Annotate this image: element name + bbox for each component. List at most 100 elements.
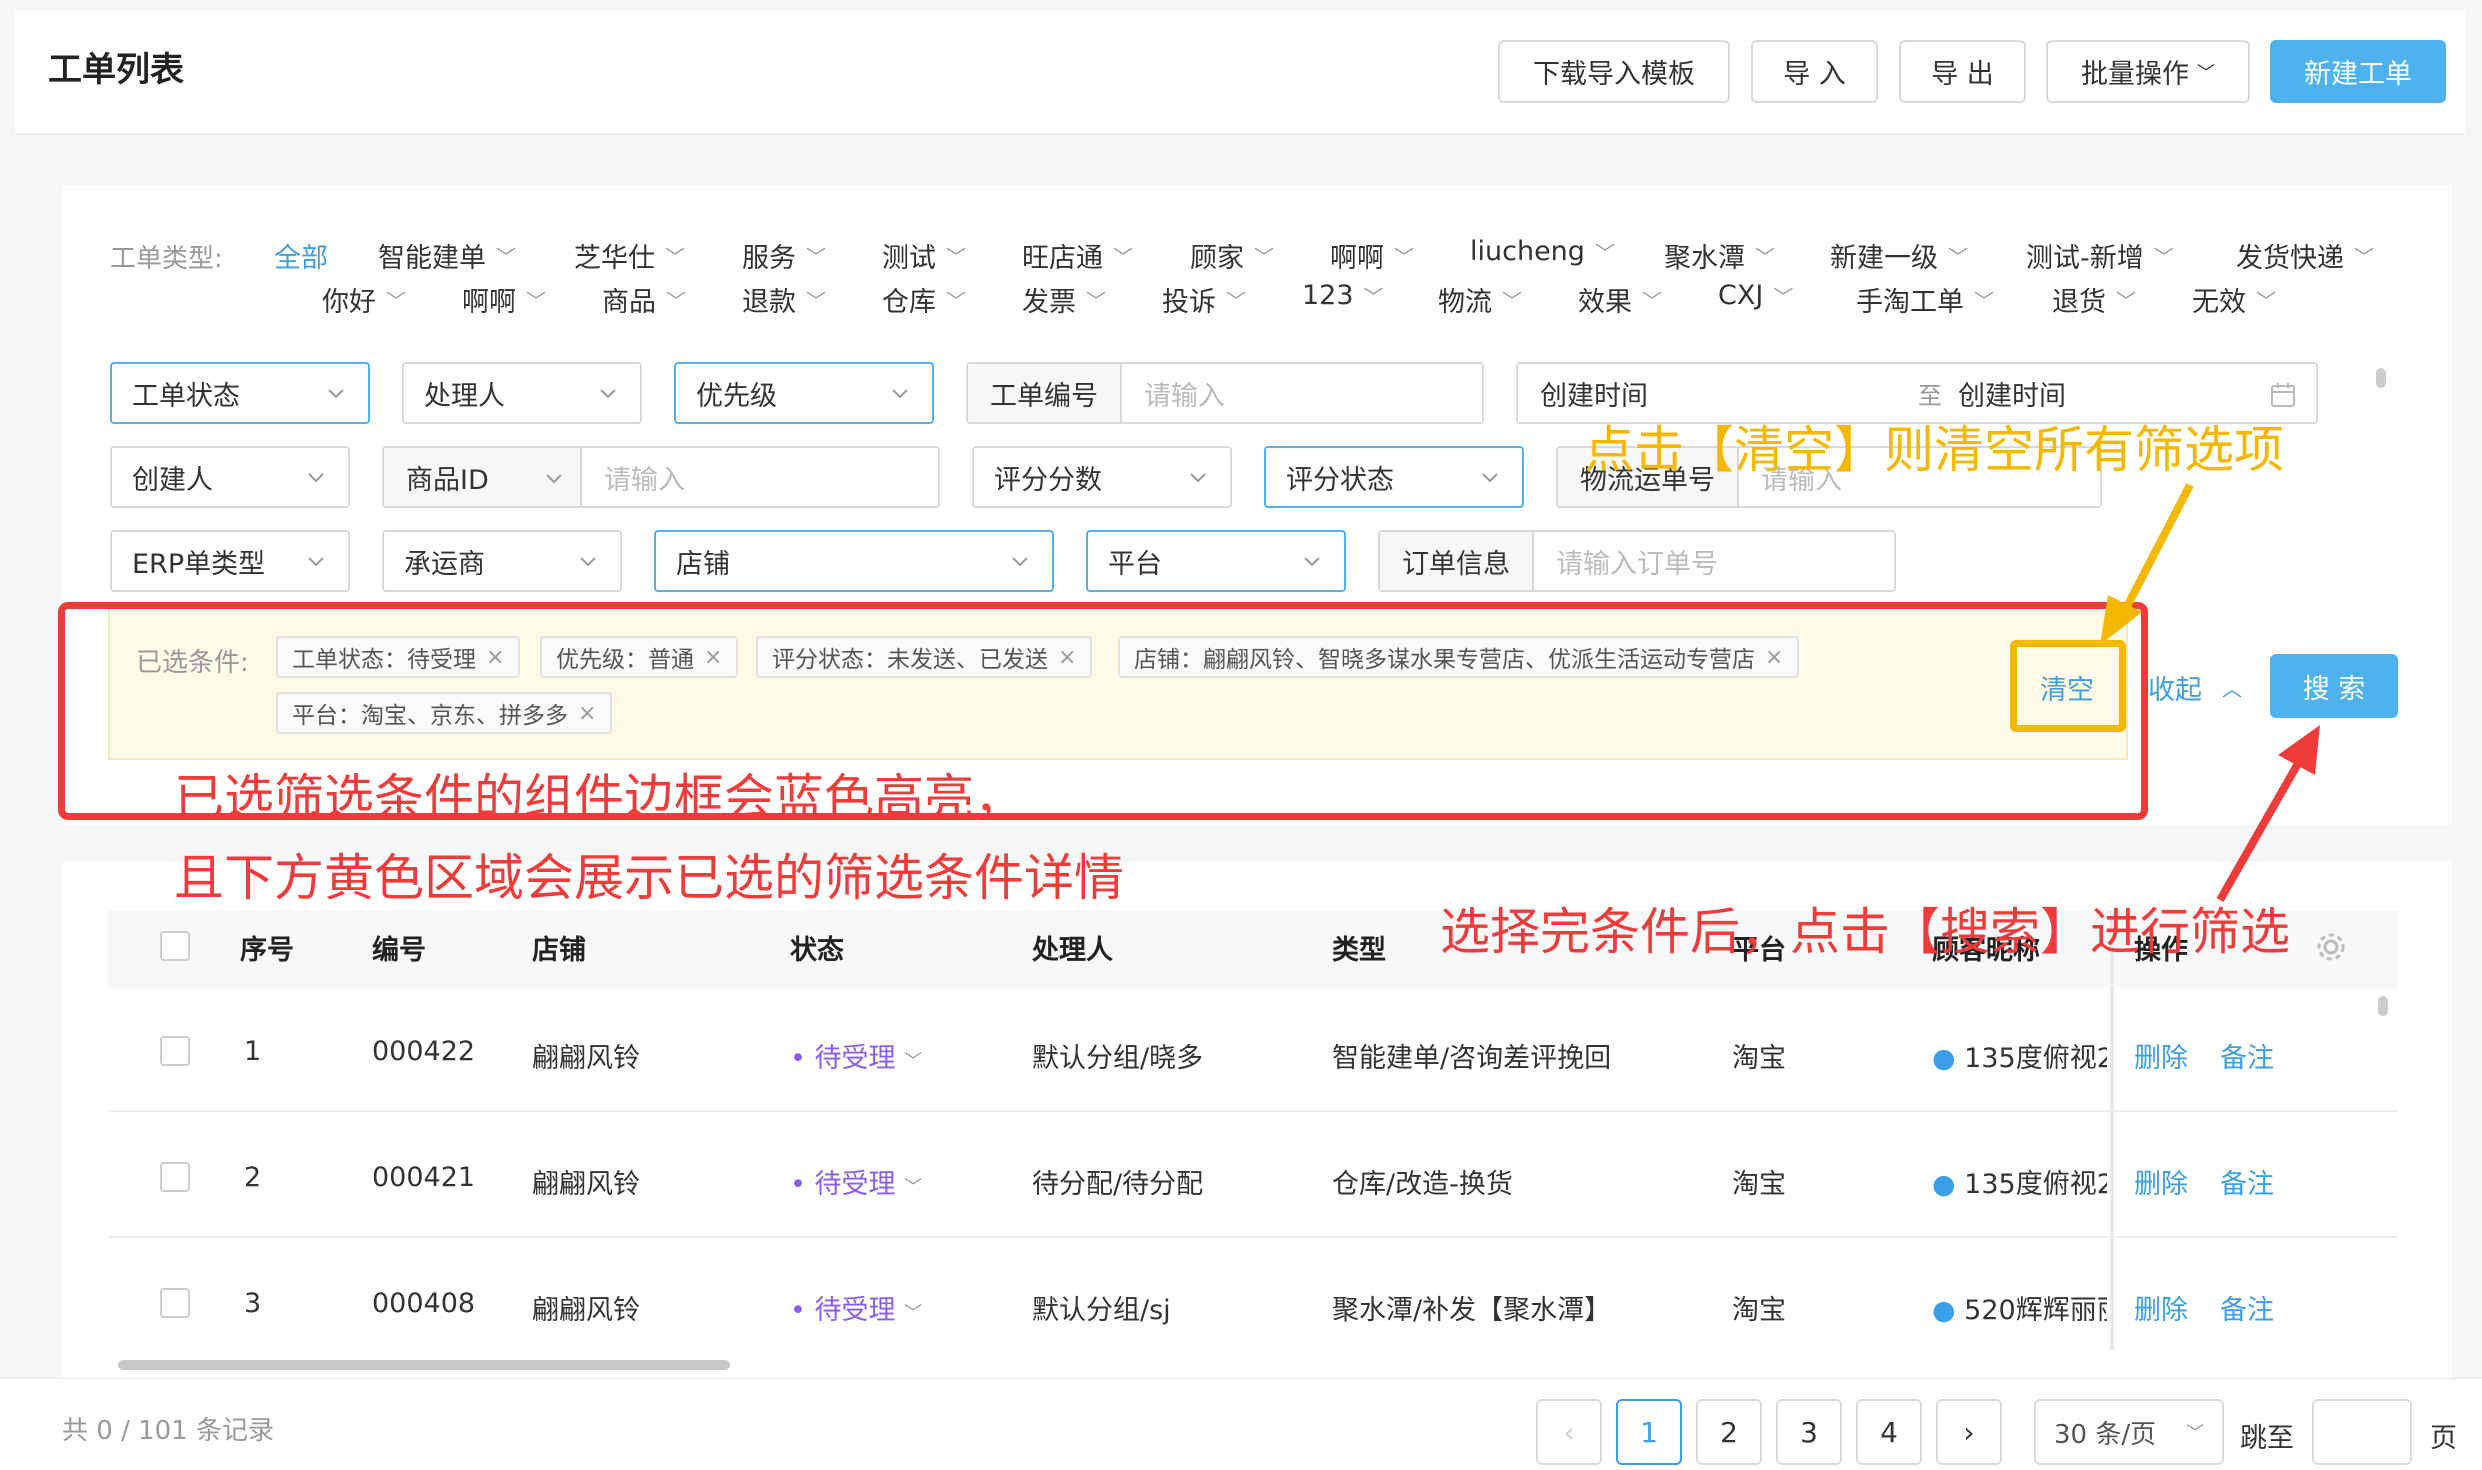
page-size-select[interactable]: 30 条/页 ﹀ bbox=[2034, 1399, 2224, 1465]
page-button-active[interactable]: 1 bbox=[1616, 1399, 1682, 1465]
type-item[interactable]: liucheng ﹀ bbox=[1470, 236, 1615, 267]
platform-select[interactable]: 平台 bbox=[1086, 530, 1346, 592]
type-item[interactable]: 退货 ﹀ bbox=[2052, 280, 2136, 319]
row-platform: 淘宝 bbox=[1732, 1169, 1786, 1200]
type-item[interactable]: 芝华仕 ﹀ bbox=[574, 236, 685, 275]
select-label: 工单状态 bbox=[132, 380, 240, 412]
row-status[interactable]: • 待受理 ﹀ bbox=[790, 1036, 922, 1075]
type-item[interactable]: CXJ ﹀ bbox=[1718, 280, 1793, 311]
type-item[interactable]: 发票 ﹀ bbox=[1022, 280, 1106, 319]
order-info-label: 订单信息 bbox=[1380, 532, 1534, 590]
scrollbar-thumb[interactable] bbox=[2376, 368, 2386, 388]
product-id-group[interactable]: 商品ID 请输入 bbox=[382, 446, 940, 508]
carrier-select[interactable]: 承运商 bbox=[382, 530, 622, 592]
order-no-input[interactable]: 请输入 bbox=[1122, 374, 1247, 413]
chevron-down-icon: ﹀ bbox=[1113, 245, 1133, 269]
row-no: 000421 bbox=[372, 1162, 476, 1193]
type-item[interactable]: 发货快递 ﹀ bbox=[2236, 236, 2374, 275]
type-item[interactable]: 啊啊 ﹀ bbox=[1330, 236, 1414, 275]
note-link[interactable]: 备注 bbox=[2220, 1288, 2274, 1327]
row-shop: 翩翩风铃 bbox=[532, 1169, 640, 1200]
type-item[interactable]: 顾家 ﹀ bbox=[1190, 236, 1274, 275]
page-button[interactable]: 3 bbox=[1776, 1399, 1842, 1465]
type-item[interactable]: 无效 ﹀ bbox=[2192, 280, 2276, 319]
customer-name: 135度俯视2 bbox=[1964, 1043, 2107, 1074]
priority-select[interactable]: 优先级 bbox=[674, 362, 934, 424]
type-item[interactable]: 测试-新增 ﹀ bbox=[2026, 236, 2174, 275]
type-item[interactable]: 智能建单 ﹀ bbox=[378, 236, 516, 275]
import-button[interactable]: 导 入 bbox=[1751, 40, 1878, 103]
search-button[interactable]: 搜 索 bbox=[2270, 654, 2398, 718]
chevron-down-icon: ﹀ bbox=[1642, 289, 1662, 313]
col-index: 序号 bbox=[240, 935, 294, 966]
export-button[interactable]: 导 出 bbox=[1899, 40, 2026, 103]
chevron-down-icon: ﹀ bbox=[946, 245, 966, 269]
type-label: 智能建单 bbox=[378, 243, 486, 274]
new-ticket-button[interactable]: 新建工单 bbox=[2270, 40, 2446, 103]
row-divider bbox=[108, 1110, 2398, 1112]
status-select[interactable]: 工单状态 bbox=[110, 362, 370, 424]
type-label: 商品 bbox=[602, 287, 656, 318]
row-checkbox[interactable] bbox=[160, 1036, 190, 1066]
batch-operation-label: 批量操作 bbox=[2081, 59, 2189, 90]
score-status-select[interactable]: 评分状态 bbox=[1264, 446, 1524, 508]
creator-select[interactable]: 创建人 bbox=[110, 446, 350, 508]
note-link[interactable]: 备注 bbox=[2220, 1162, 2274, 1201]
select-label: 创建人 bbox=[132, 464, 213, 496]
order-info-input-group[interactable]: 订单信息 请输入订单号 bbox=[1378, 530, 1896, 592]
type-item[interactable]: 聚水潭 ﹀ bbox=[1664, 236, 1775, 275]
type-item[interactable]: 物流 ﹀ bbox=[1438, 280, 1522, 319]
note-link[interactable]: 备注 bbox=[2220, 1036, 2274, 1075]
handler-select[interactable]: 处理人 bbox=[402, 362, 642, 424]
product-id-select[interactable]: 商品ID bbox=[384, 448, 582, 506]
chevron-down-icon: ﹀ bbox=[2186, 1423, 2204, 1444]
order-info-input[interactable]: 请输入订单号 bbox=[1534, 542, 1740, 581]
type-item[interactable]: 123 ﹀ bbox=[1302, 280, 1384, 311]
horizontal-scrollbar[interactable] bbox=[118, 1360, 730, 1370]
type-item[interactable]: 商品 ﹀ bbox=[602, 280, 686, 319]
next-page-button[interactable]: › bbox=[1936, 1399, 2002, 1465]
type-label: 仓库 bbox=[882, 287, 936, 318]
type-item[interactable]: 啊啊 ﹀ bbox=[462, 280, 546, 319]
type-item[interactable]: 投诉 ﹀ bbox=[1162, 280, 1246, 319]
order-no-input-group[interactable]: 工单编号 请输入 bbox=[966, 362, 1484, 424]
batch-operation-button[interactable]: 批量操作 ﹀ bbox=[2046, 40, 2250, 103]
page-button[interactable]: 4 bbox=[1856, 1399, 1922, 1465]
gear-icon[interactable] bbox=[2316, 932, 2346, 962]
score-select[interactable]: 评分分数 bbox=[972, 446, 1232, 508]
created-start-input[interactable]: 创建时间 bbox=[1540, 374, 1648, 413]
delete-link[interactable]: 删除 bbox=[2134, 1036, 2188, 1075]
annotation-clear-note: 点击【清空】则清空所有筛选项 bbox=[1584, 421, 2284, 479]
row-checkbox[interactable] bbox=[160, 1162, 190, 1192]
created-end-input[interactable]: 创建时间 bbox=[1958, 374, 2066, 413]
type-item[interactable]: 旺店通 ﹀ bbox=[1022, 236, 1133, 275]
row-checkbox[interactable] bbox=[160, 1288, 190, 1318]
type-item[interactable]: 测试 ﹀ bbox=[882, 236, 966, 275]
type-item[interactable]: 手淘工单 ﹀ bbox=[1856, 280, 1994, 319]
row-status[interactable]: • 待受理 ﹀ bbox=[790, 1162, 922, 1201]
table-scrollbar-thumb[interactable] bbox=[2378, 996, 2388, 1016]
type-item[interactable]: 退款 ﹀ bbox=[742, 280, 826, 319]
type-label: 你好 bbox=[322, 287, 376, 318]
page-button[interactable]: 2 bbox=[1696, 1399, 1762, 1465]
delete-link[interactable]: 删除 bbox=[2134, 1162, 2188, 1201]
ticket-type-label: 工单类型: bbox=[110, 244, 223, 274]
row-index: 1 bbox=[244, 1036, 262, 1067]
erp-type-select[interactable]: ERP单类型 bbox=[110, 530, 350, 592]
type-item[interactable]: 仓库 ﹀ bbox=[882, 280, 966, 319]
type-item[interactable]: 你好 ﹀ bbox=[322, 280, 406, 319]
jump-page-input[interactable] bbox=[2312, 1399, 2412, 1465]
select-all-checkbox[interactable] bbox=[160, 931, 190, 961]
delete-link[interactable]: 删除 bbox=[2134, 1288, 2188, 1327]
type-all[interactable]: 全部 bbox=[274, 236, 328, 275]
collapse-button[interactable]: 收起 ︿ bbox=[2148, 668, 2242, 707]
type-item[interactable]: 效果 ﹀ bbox=[1578, 280, 1662, 319]
download-template-button[interactable]: 下载导入模板 bbox=[1498, 40, 1730, 103]
type-item[interactable]: 新建一级 ﹀ bbox=[1830, 236, 1968, 275]
shop-select[interactable]: 店铺 bbox=[654, 530, 1054, 592]
product-id-input[interactable]: 请输入 bbox=[582, 458, 707, 497]
row-status[interactable]: • 待受理 ﹀ bbox=[790, 1288, 922, 1327]
prev-page-button[interactable]: ‹ bbox=[1536, 1399, 1602, 1465]
type-item[interactable]: 服务 ﹀ bbox=[742, 236, 826, 275]
col-type: 类型 bbox=[1332, 935, 1386, 966]
